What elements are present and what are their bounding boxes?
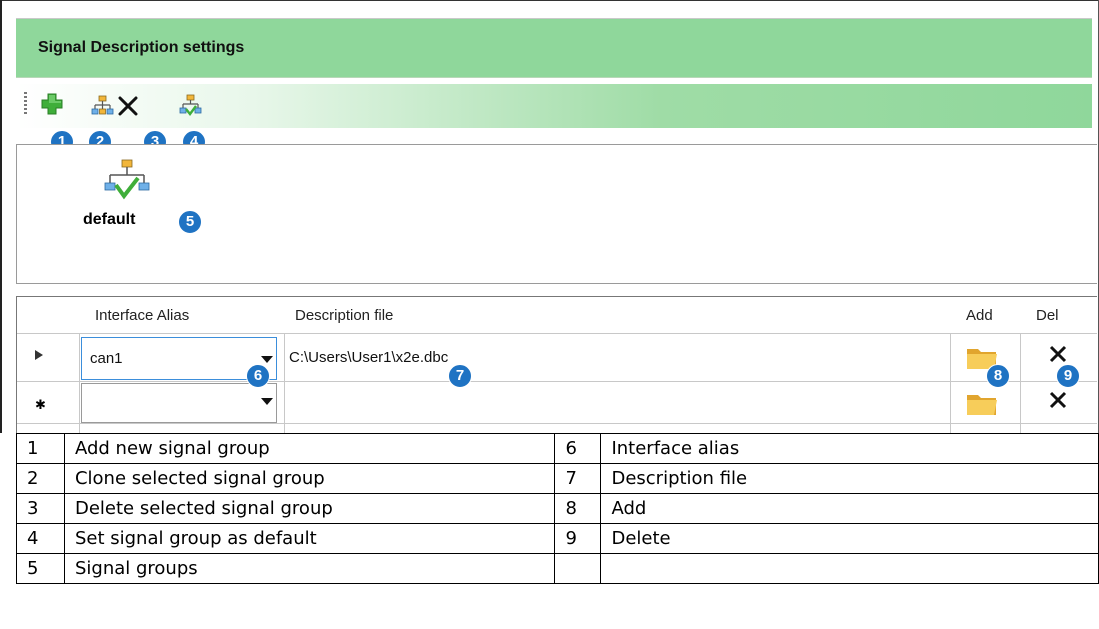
clone-group-hierarchy-icon[interactable] <box>90 94 114 118</box>
legend-row: 2 Clone selected signal group 7 Descript… <box>16 463 1099 494</box>
header-add[interactable]: Add <box>966 307 993 324</box>
legend-row: 3 Delete selected signal group 8 Add <box>16 493 1099 524</box>
interface-alias-value: can1 <box>90 350 123 367</box>
legend-description: Add <box>600 493 1099 524</box>
frame-border-left <box>0 0 2 433</box>
legend-number: 6 <box>554 433 602 464</box>
row-separator-2 <box>17 423 1097 424</box>
add-signal-group-icon[interactable] <box>40 92 64 116</box>
default-group-check-icon[interactable] <box>104 158 150 200</box>
current-row-arrow-icon <box>35 350 43 360</box>
signal-group-default[interactable]: default <box>83 211 135 229</box>
new-row-indicator-icon: ✱ <box>35 397 46 412</box>
screenshot-area: Signal Description settings 1 2 3 4 defa <box>0 0 1099 433</box>
combo-dropdown-arrow-icon[interactable] <box>261 356 273 364</box>
description-file-value[interactable]: C:\Users\User1\x2e.dbc <box>289 349 448 366</box>
delete-row-x-icon[interactable] <box>1047 389 1069 411</box>
legend-description: Add new signal group <box>63 433 556 464</box>
legend-description: Clone selected signal group <box>63 463 556 494</box>
callout-badge-8: 8 <box>986 364 1010 388</box>
legend-row: 1 Add new signal group 6 Interface alias <box>16 433 1099 464</box>
header-del[interactable]: Del <box>1036 307 1059 324</box>
legend-number: 9 <box>554 523 602 554</box>
legend-description: Signal groups <box>63 553 556 584</box>
legend-number: 4 <box>16 523 65 554</box>
callout-badge-7: 7 <box>448 364 472 388</box>
legend-row: 4 Set signal group as default 9 Delete <box>16 523 1099 554</box>
settings-title: Signal Description settings <box>38 39 245 56</box>
legend-description: Set signal group as default <box>63 523 556 554</box>
callout-badge-5: 5 <box>178 210 202 234</box>
toolbar-grip[interactable] <box>24 92 27 116</box>
legend-description: Delete <box>600 523 1099 554</box>
combo-dropdown-arrow-icon[interactable] <box>261 398 273 406</box>
legend-number: 7 <box>554 463 602 494</box>
legend-table: 1 Add new signal group 6 Interface alias… <box>16 433 1099 584</box>
legend-number: 2 <box>16 463 65 494</box>
callout-badge-9: 9 <box>1056 364 1080 388</box>
delete-row-x-icon[interactable] <box>1047 343 1069 365</box>
legend-number: 8 <box>554 493 602 524</box>
signal-groups-pane <box>16 144 1097 284</box>
legend-number <box>554 553 602 584</box>
set-default-hierarchy-icon[interactable] <box>178 94 202 118</box>
legend-description: Description file <box>600 463 1099 494</box>
legend-number: 5 <box>16 553 65 584</box>
legend-description: Delete selected signal group <box>63 493 556 524</box>
signal-description-grid: Interface Alias Description file Add Del… <box>16 296 1097 433</box>
delete-group-x-icon[interactable] <box>116 94 140 118</box>
row-separator-1 <box>17 381 1097 382</box>
legend-description: Interface alias <box>600 433 1099 464</box>
interface-alias-combo-new[interactable] <box>81 383 277 423</box>
legend-number: 3 <box>16 493 65 524</box>
legend-description <box>600 553 1099 584</box>
legend-number: 1 <box>16 433 65 464</box>
header-description-file[interactable]: Description file <box>295 307 393 324</box>
header-interface-alias[interactable]: Interface Alias <box>95 307 189 324</box>
add-file-folder-icon[interactable] <box>966 389 998 417</box>
legend-row: 5 Signal groups <box>16 553 1099 584</box>
settings-title-bar: Signal Description settings <box>16 18 1092 78</box>
callout-badge-6: 6 <box>246 364 270 388</box>
frame-border-top <box>0 0 1099 1</box>
